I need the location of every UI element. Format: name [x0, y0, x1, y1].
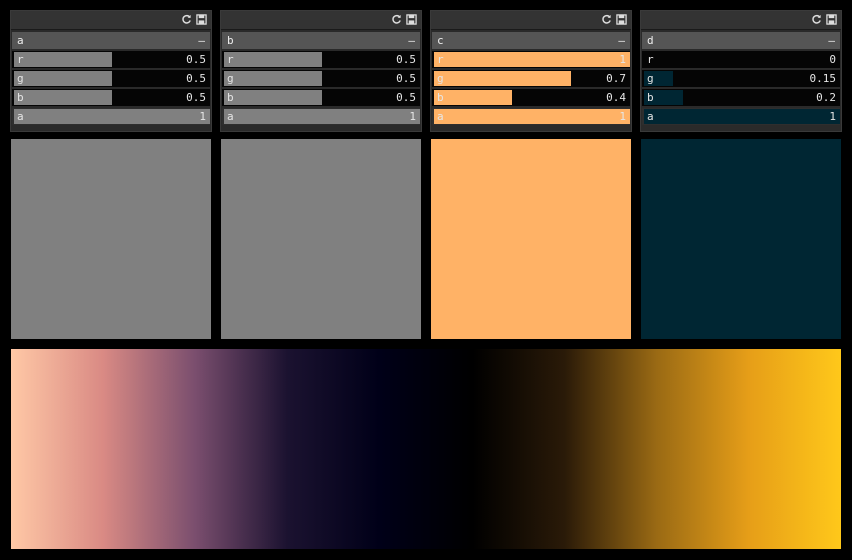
channel-value-b: 0.4	[606, 91, 626, 104]
slider-fill	[224, 109, 420, 124]
slider-fill	[644, 109, 840, 124]
channel-value-g: 0.7	[606, 72, 626, 85]
channel-label-b: b	[647, 91, 654, 104]
channel-value-a: 1	[199, 110, 206, 123]
slider-r[interactable]: r1	[432, 51, 630, 68]
slider-fill	[14, 52, 112, 67]
save-icon[interactable]	[616, 14, 627, 25]
channel-value-r: 1	[619, 53, 626, 66]
slider-g[interactable]: g 0.15	[642, 70, 840, 87]
channel-value-b: 0.5	[396, 91, 416, 104]
channel-value-g: 0.5	[396, 72, 416, 85]
panel-toolbar	[641, 11, 841, 30]
slider-g[interactable]: g 0.5	[222, 70, 420, 87]
collapse-button[interactable]: –	[198, 32, 205, 49]
channel-value-r: 0.5	[186, 53, 206, 66]
channel-value-b: 0.5	[186, 91, 206, 104]
slider-a[interactable]: a1	[12, 108, 210, 125]
slider-fill	[224, 90, 322, 105]
refresh-icon[interactable]	[601, 14, 612, 25]
slider-fill	[14, 90, 112, 105]
slider-g[interactable]: g 0.5	[12, 70, 210, 87]
color-swatch-d	[641, 139, 841, 339]
color-swatch-a	[11, 139, 211, 339]
swatch-name: b	[227, 34, 234, 47]
swatch-panel-b: b – r 0.5 g 0.5 b 0.5 a1	[220, 10, 422, 132]
slider-a[interactable]: a1	[432, 108, 630, 125]
slider-b[interactable]: b 0.2	[642, 89, 840, 106]
slider-r[interactable]: r0	[642, 51, 840, 68]
swatch-name: a	[17, 34, 24, 47]
palette-gradient-preview	[11, 349, 841, 549]
channel-label-g: g	[227, 72, 234, 85]
slider-r[interactable]: r 0.5	[12, 51, 210, 68]
swatch-title[interactable]: b –	[222, 32, 420, 49]
slider-fill	[434, 90, 513, 105]
channel-value-a: 1	[409, 110, 416, 123]
channel-label-g: g	[647, 72, 654, 85]
panel-toolbar	[431, 11, 631, 30]
swatch-title[interactable]: c –	[432, 32, 630, 49]
slider-g[interactable]: g 0.7	[432, 70, 630, 87]
channel-value-a: 1	[829, 110, 836, 123]
channel-value-r: 0	[829, 53, 836, 66]
save-icon[interactable]	[196, 14, 207, 25]
channel-label-r: r	[227, 53, 234, 66]
slider-a[interactable]: a1	[222, 108, 420, 125]
slider-fill	[434, 71, 572, 86]
slider-b[interactable]: b 0.5	[12, 89, 210, 106]
slider-r[interactable]: r 0.5	[222, 51, 420, 68]
channel-label-a: a	[437, 110, 444, 123]
refresh-icon[interactable]	[391, 14, 402, 25]
swatch-panel-c: c – r1 g 0.7 b 0.4 a1	[430, 10, 632, 132]
channel-label-b: b	[227, 91, 234, 104]
slider-a[interactable]: a1	[642, 108, 840, 125]
swatch-panel-a: a – r 0.5 g 0.5 b 0.5 a1	[10, 10, 212, 132]
refresh-icon[interactable]	[811, 14, 822, 25]
swatch-title[interactable]: d –	[642, 32, 840, 49]
channel-label-a: a	[17, 110, 24, 123]
swatch-name: c	[437, 34, 444, 47]
slider-fill	[224, 71, 322, 86]
slider-fill	[14, 71, 112, 86]
channel-label-g: g	[17, 72, 24, 85]
collapse-button[interactable]: –	[828, 32, 835, 49]
channel-label-r: r	[437, 53, 444, 66]
refresh-icon[interactable]	[181, 14, 192, 25]
swatch-name: d	[647, 34, 654, 47]
panel-toolbar	[221, 11, 421, 30]
color-swatch-b	[221, 139, 421, 339]
collapse-button[interactable]: –	[408, 32, 415, 49]
slider-fill	[224, 52, 322, 67]
channel-value-a: 1	[619, 110, 626, 123]
panel-toolbar	[11, 11, 211, 30]
collapse-button[interactable]: –	[618, 32, 625, 49]
slider-b[interactable]: b 0.5	[222, 89, 420, 106]
channel-label-a: a	[227, 110, 234, 123]
channel-value-b: 0.2	[816, 91, 836, 104]
slider-b[interactable]: b 0.4	[432, 89, 630, 106]
color-swatch-c	[431, 139, 631, 339]
swatch-panel-d: d – r0 g 0.15 b 0.2 a1	[640, 10, 842, 132]
slider-fill	[434, 52, 630, 67]
save-icon[interactable]	[826, 14, 837, 25]
slider-fill	[434, 109, 630, 124]
channel-label-a: a	[647, 110, 654, 123]
channel-value-g: 0.5	[186, 72, 206, 85]
channel-label-b: b	[437, 91, 444, 104]
save-icon[interactable]	[406, 14, 417, 25]
channel-label-r: r	[17, 53, 24, 66]
channel-value-r: 0.5	[396, 53, 416, 66]
channel-label-g: g	[437, 72, 444, 85]
channel-label-r: r	[647, 53, 654, 66]
channel-value-g: 0.15	[809, 72, 837, 85]
swatch-title[interactable]: a –	[12, 32, 210, 49]
channel-label-b: b	[17, 91, 24, 104]
slider-fill	[14, 109, 210, 124]
